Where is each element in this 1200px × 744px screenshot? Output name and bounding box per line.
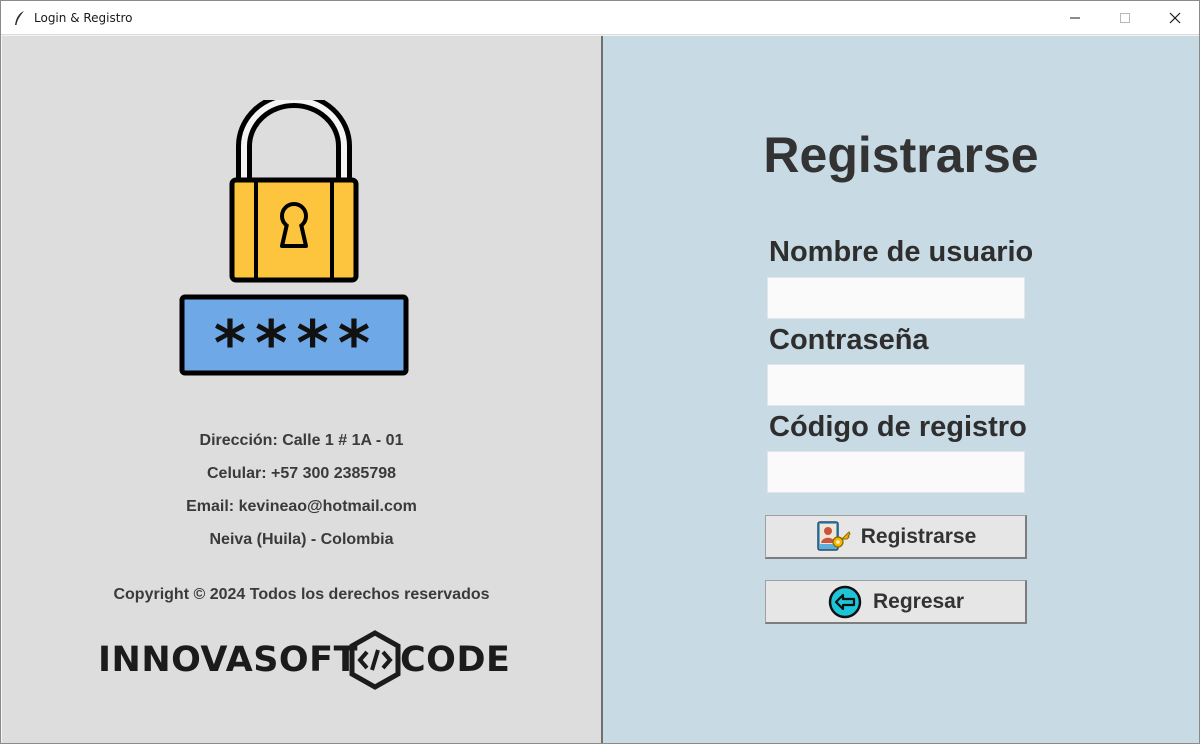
form-title: Registrarse xyxy=(763,127,1039,183)
password-mask: **** xyxy=(211,307,377,380)
minimize-icon xyxy=(1070,17,1080,19)
app-window: Login & Registro **** Dirección: Calle 1… xyxy=(0,0,1200,744)
registration-code-label: Código de registro xyxy=(769,411,1027,443)
email-text: Email: kevineao@hotmail.com xyxy=(186,498,417,515)
maximize-icon xyxy=(1120,13,1130,23)
close-icon xyxy=(1169,12,1181,24)
registration-code-input[interactable] xyxy=(767,451,1025,493)
password-input[interactable] xyxy=(767,364,1025,406)
info-panel: **** Dirección: Calle 1 # 1A - 01 Celula… xyxy=(2,36,601,743)
arrow-left-circle-icon xyxy=(828,585,862,618)
password-label: Contraseña xyxy=(769,324,929,356)
city-text: Neiva (Huila) - Colombia xyxy=(209,531,394,548)
maximize-button[interactable] xyxy=(1101,1,1149,35)
title-bar[interactable]: Login & Registro xyxy=(1,1,1199,35)
username-label: Nombre de usuario xyxy=(769,236,1034,268)
copyright-text: Copyright © 2024 Todos los derechos rese… xyxy=(113,586,490,603)
minimize-button[interactable] xyxy=(1051,1,1099,35)
feather-icon xyxy=(15,11,24,25)
address-text: Dirección: Calle 1 # 1A - 01 xyxy=(199,432,404,449)
register-button-label: Registrarse xyxy=(860,524,977,548)
phone-text: Celular: +57 300 2385798 xyxy=(206,465,397,482)
window-title: Login & Registro xyxy=(34,11,133,25)
innovasoft-code-logo: INNOVASOFT CODE xyxy=(98,630,510,692)
user-key-icon xyxy=(816,520,851,551)
back-button-label: Regresar xyxy=(872,589,965,613)
username-input[interactable] xyxy=(767,277,1025,319)
register-button[interactable]: Registrarse xyxy=(765,515,1027,559)
code-hexagon-icon xyxy=(349,630,401,690)
close-button[interactable] xyxy=(1151,1,1199,35)
register-form: Registrarse Nombre de usuario Contraseña… xyxy=(603,36,1199,743)
back-button[interactable]: Regresar xyxy=(765,580,1027,624)
